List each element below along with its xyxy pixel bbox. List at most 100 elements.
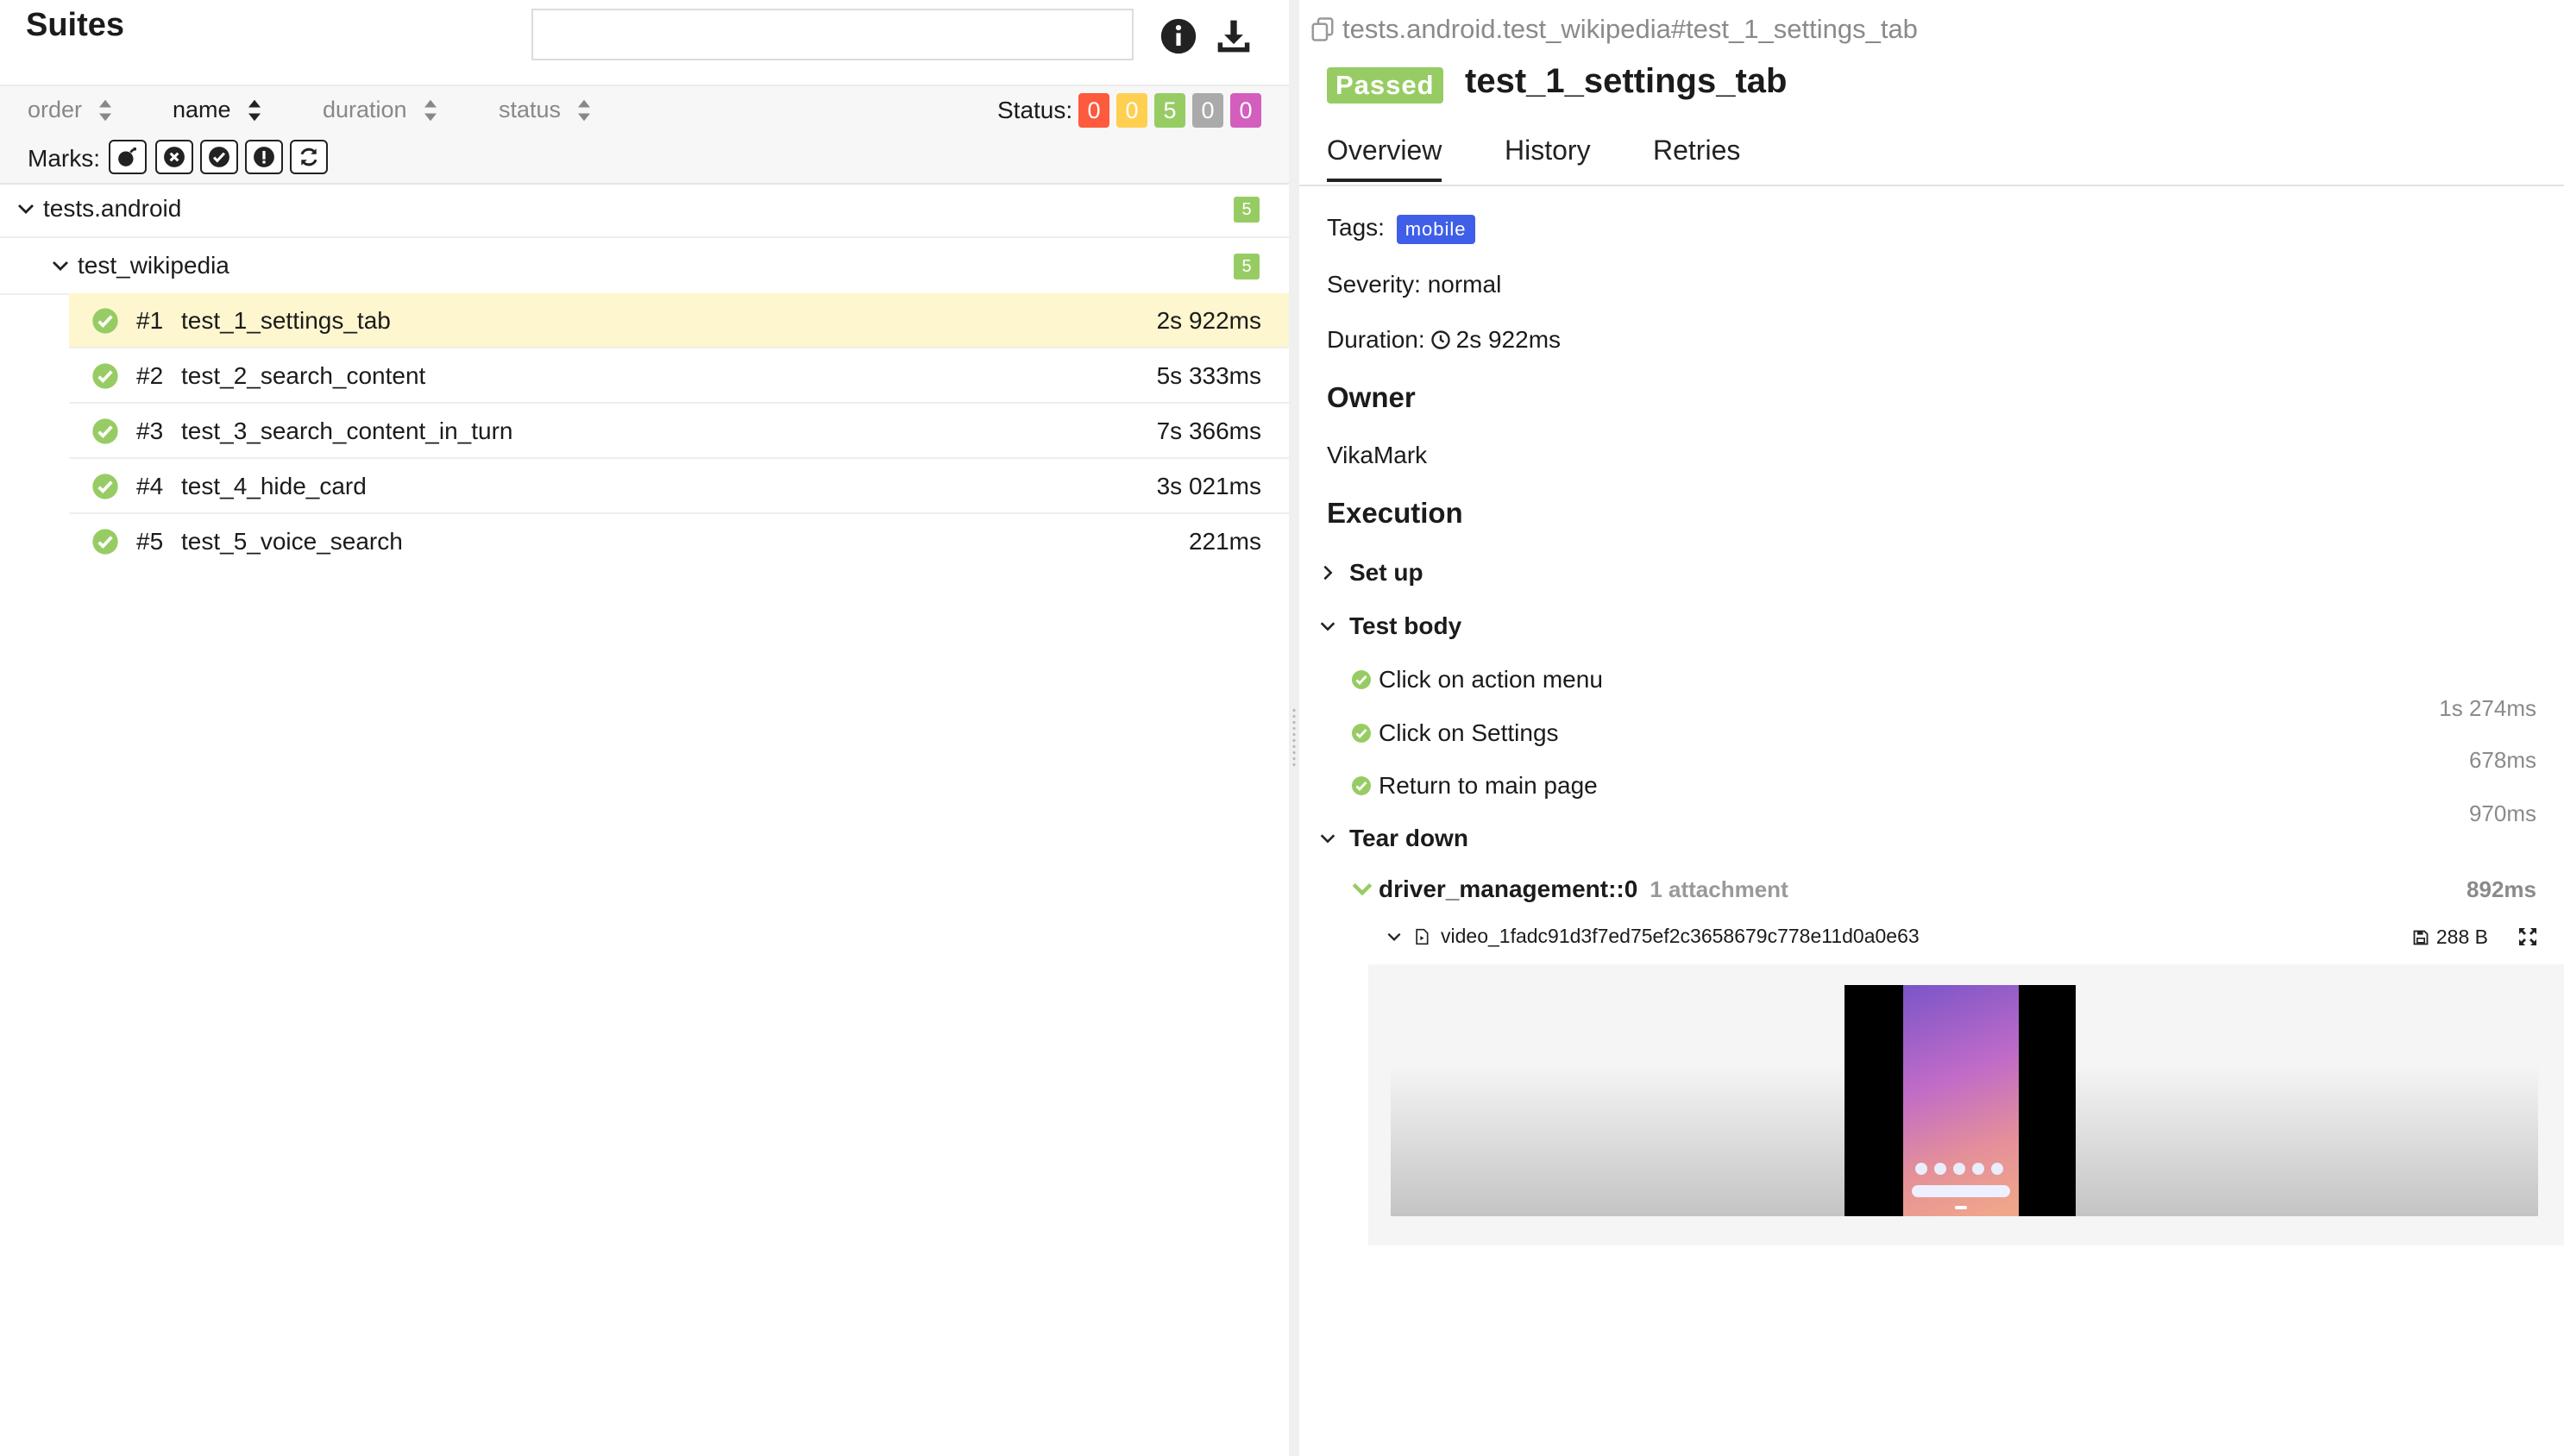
phone-dock: [1915, 1163, 2003, 1175]
bomb-icon: [118, 147, 137, 166]
copy-icon[interactable]: [1310, 16, 1335, 42]
sort-status[interactable]: status: [499, 97, 592, 123]
setup-section[interactable]: Set up: [1318, 559, 1423, 587]
check-circle-icon: [92, 308, 118, 334]
tree-node-label: test_wikipedia: [78, 252, 229, 279]
exclamation-circle-icon: [254, 147, 274, 167]
step-item[interactable]: Click on action menu: [1351, 666, 1603, 693]
status-unknown-badge[interactable]: 0: [1230, 93, 1261, 128]
test-row[interactable]: #2 test_2_search_content 5s 333ms: [69, 348, 1289, 404]
duration-value: 2s 922ms: [1455, 326, 1562, 353]
tear-down-section[interactable]: Tear down: [1318, 825, 1468, 852]
times-circle-icon: [164, 147, 185, 167]
test-number: #2: [136, 362, 164, 389]
check-circle-icon: [1352, 776, 1371, 795]
tree-node-count: 5: [1234, 254, 1260, 279]
attachment-size-value: 288 B: [2435, 926, 2488, 948]
marks-label: Marks:: [28, 145, 100, 172]
phone-nav-bar: [1955, 1206, 1967, 1209]
severity-field: Severity: normal: [1327, 271, 1502, 298]
execution-heading: Execution: [1327, 497, 1463, 529]
sort-icon: [578, 99, 591, 121]
test-duration: 3s 021ms: [1156, 473, 1261, 499]
fixture-duration: 892ms: [2467, 876, 2536, 902]
pane-splitter[interactable]: [1289, 0, 1299, 1456]
test-number: #4: [136, 473, 164, 499]
test-details-pane: tests.android.test_wikipedia#test_1_sett…: [1299, 0, 2564, 1456]
step-item[interactable]: Click on Settings: [1351, 719, 1559, 747]
tree-node-test-wikipedia[interactable]: test_wikipedia 5: [0, 238, 1289, 295]
test-row[interactable]: #1 test_1_settings_tab 2s 922ms: [69, 293, 1289, 348]
download-icon[interactable]: [1215, 17, 1253, 55]
breadcrumb[interactable]: tests.android.test_wikipedia#test_1_sett…: [1310, 14, 1918, 45]
test-name: test_2_search_content: [181, 362, 426, 389]
test-row[interactable]: #3 test_3_search_content_in_turn 7s 366m…: [69, 404, 1289, 459]
info-icon[interactable]: [1159, 17, 1197, 55]
sort-order[interactable]: order: [28, 97, 113, 123]
tags-field: Tags: mobile: [1327, 214, 1475, 244]
status-passed-badge[interactable]: 5: [1154, 93, 1185, 128]
test-duration: 5s 333ms: [1156, 362, 1261, 389]
test-row[interactable]: #4 test_4_hide_card 3s 021ms: [69, 459, 1289, 514]
sort-duration-label: duration: [323, 97, 407, 122]
attachment-item[interactable]: video_1fadc91d3f7ed75ef2c3658679c778e11d…: [1386, 925, 1920, 948]
step-duration: 970ms: [2468, 800, 2536, 826]
search-input[interactable]: [531, 9, 1134, 60]
status-badge: Passed: [1327, 67, 1443, 104]
step-duration: 1s 274ms: [2439, 695, 2536, 721]
sort-status-label: status: [499, 97, 562, 122]
tab-retries[interactable]: Retries: [1653, 135, 1740, 166]
status-skipped-badge[interactable]: 0: [1192, 93, 1223, 128]
mark-retries-status-change[interactable]: [290, 140, 328, 174]
video-player[interactable]: [1844, 985, 2076, 1216]
chevron-down-icon: [1387, 932, 1401, 941]
page-title: test_1_settings_tab: [1465, 62, 1788, 100]
test-body-section[interactable]: Test body: [1318, 612, 1461, 640]
chevron-down-icon: [18, 204, 34, 214]
owner-heading: Owner: [1327, 381, 1416, 413]
file-video-icon: [1416, 928, 1429, 945]
check-circle-icon: [92, 418, 118, 444]
check-circle-icon: [209, 147, 229, 167]
save-icon: [2413, 930, 2429, 945]
sort-order-label: order: [28, 97, 83, 122]
fixture-item[interactable]: driver_management::0 1 attachment: [1351, 875, 1788, 903]
test-number: #1: [136, 307, 164, 334]
status-failed-badge[interactable]: 0: [1078, 93, 1109, 128]
attachment-size: 288 B: [2412, 926, 2488, 949]
sort-toolbar: order name duration status Status: 0 0 5…: [0, 85, 1289, 185]
check-circle-icon: [1352, 670, 1371, 689]
test-duration: 2s 922ms: [1156, 307, 1261, 334]
test-name: test_1_settings_tab: [181, 307, 391, 334]
chevron-down-icon: [1320, 622, 1335, 631]
step-item[interactable]: Return to main page: [1351, 772, 1598, 800]
sort-duration[interactable]: duration: [323, 97, 438, 123]
splitter-grip[interactable]: [1291, 707, 1297, 768]
expand-icon[interactable]: [2517, 926, 2538, 947]
clock-icon: [1430, 330, 1450, 349]
test-row[interactable]: #5 test_5_voice_search 221ms: [69, 514, 1289, 568]
sort-name[interactable]: name: [173, 97, 262, 123]
chevron-down-icon: [1352, 883, 1373, 896]
mark-new-broken[interactable]: [245, 140, 283, 174]
tear-down-label: Tear down: [1349, 825, 1468, 851]
tags-label: Tags:: [1327, 214, 1385, 241]
mark-new-failed[interactable]: [155, 140, 193, 174]
tab-history[interactable]: History: [1505, 135, 1591, 166]
sort-icon: [99, 99, 112, 121]
step-name: Return to main page: [1379, 772, 1598, 799]
status-filter-label: Status:: [997, 97, 1073, 123]
tag-badge: mobile: [1396, 214, 1475, 244]
tree-node-tests-android[interactable]: tests.android 5: [0, 181, 1289, 238]
tab-overview[interactable]: Overview: [1327, 135, 1442, 182]
chevron-down-icon: [1320, 834, 1335, 844]
phone-search-bar: [1912, 1185, 2010, 1197]
mark-flaky[interactable]: [109, 140, 147, 174]
owner-value: VikaMark: [1327, 442, 1428, 468]
video-attachment-preview: [1368, 964, 2564, 1246]
status-broken-badge[interactable]: 0: [1116, 93, 1147, 128]
mark-new-passed[interactable]: [200, 140, 238, 174]
duration-field: Duration: 2s 922ms: [1327, 326, 1561, 354]
test-number: #5: [136, 528, 164, 555]
duration-label: Duration:: [1327, 326, 1425, 353]
